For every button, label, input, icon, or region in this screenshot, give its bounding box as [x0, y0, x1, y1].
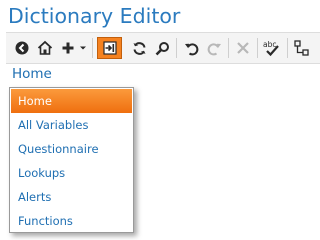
delete-icon — [237, 42, 249, 54]
menu-item-all-variables[interactable]: All Variables — [11, 113, 132, 137]
navigation-dropdown-menu: Home All Variables Questionnaire Lookups… — [9, 87, 134, 233]
menu-item-functions[interactable]: Functions — [11, 209, 132, 233]
tree-structure-button[interactable] — [291, 37, 313, 59]
add-button[interactable] — [58, 37, 78, 59]
refresh-button[interactable] — [128, 37, 150, 59]
redo-icon — [207, 42, 221, 55]
spellcheck-glyph: abc — [263, 40, 276, 49]
import-button[interactable] — [97, 37, 122, 59]
toolbar-separator — [257, 38, 258, 58]
search-button[interactable] — [151, 37, 173, 59]
add-icon — [62, 42, 74, 54]
undo-icon — [184, 42, 198, 55]
spellcheck-icon: abc — [263, 40, 279, 57]
refresh-icon — [133, 41, 145, 55]
back-button[interactable] — [11, 37, 33, 59]
add-dropdown-button[interactable] — [78, 37, 88, 59]
toolbar-separator — [228, 38, 229, 58]
tree-structure-icon — [294, 40, 309, 56]
undo-button[interactable] — [180, 37, 202, 59]
menu-item-alerts[interactable]: Alerts — [11, 185, 132, 209]
search-icon — [155, 41, 169, 55]
add-dropdown-chevron-icon — [80, 46, 86, 50]
delete-button[interactable] — [232, 37, 254, 59]
home-button[interactable] — [34, 37, 56, 59]
toolbar-separator — [287, 38, 288, 58]
back-icon — [15, 41, 29, 55]
app-title: Dictionary Editor — [8, 4, 181, 28]
toolbar-separator — [92, 38, 93, 58]
menu-item-home[interactable]: Home — [11, 89, 132, 113]
home-icon — [37, 40, 53, 55]
menu-item-questionnaire[interactable]: Questionnaire — [11, 137, 132, 161]
import-icon — [102, 41, 117, 55]
menu-item-lookups[interactable]: Lookups — [11, 161, 132, 185]
breadcrumb[interactable]: Home — [12, 66, 52, 82]
toolbar-separator — [176, 38, 177, 58]
toolbar: abc — [6, 32, 320, 64]
spellcheck-button[interactable]: abc — [260, 37, 284, 59]
redo-button[interactable] — [203, 37, 225, 59]
